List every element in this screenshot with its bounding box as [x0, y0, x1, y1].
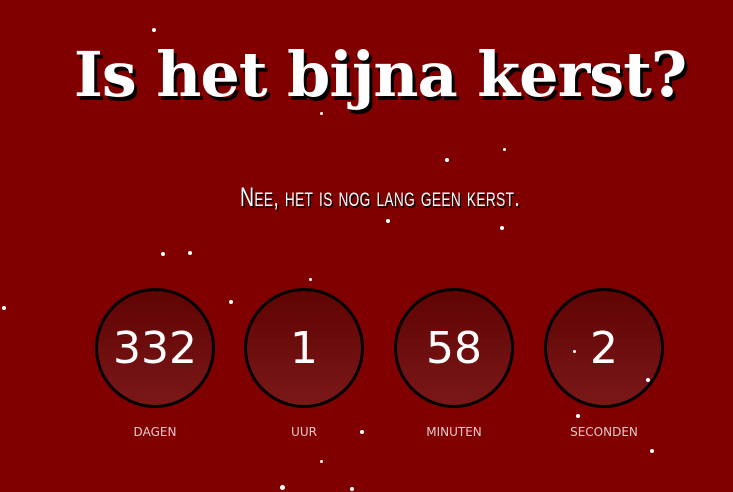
countdown-seconds: 2 SECONDEN: [529, 288, 679, 439]
hours-value: 1: [244, 288, 364, 408]
snowflake: [650, 449, 654, 453]
snowflake: [152, 28, 156, 32]
snowflake: [386, 219, 390, 223]
hours-label: UUR: [291, 425, 317, 439]
countdown-minutes: 58 MINUTEN: [379, 288, 529, 439]
seconds-value: 2: [544, 288, 664, 408]
snowflake: [503, 148, 506, 151]
snowflake: [500, 226, 504, 230]
minutes-value: 58: [394, 288, 514, 408]
snowflake: [576, 414, 580, 418]
snowflake: [309, 278, 312, 281]
snowflake: [188, 251, 192, 255]
countdown-days: 332 DAGEN: [80, 288, 230, 439]
snowflake: [280, 485, 285, 490]
snowflake: [350, 487, 354, 491]
countdown-hours: 1 UUR: [229, 288, 379, 439]
snowflake: [320, 112, 323, 115]
seconds-label: SECONDEN: [570, 425, 638, 439]
minutes-label: MINUTEN: [426, 425, 482, 439]
snowflake: [360, 430, 364, 434]
days-value: 332: [95, 288, 215, 408]
snowflake: [445, 158, 449, 162]
snowflake: [320, 460, 323, 463]
snowflake: [646, 378, 650, 382]
snowflake: [229, 300, 233, 304]
days-label: DAGEN: [133, 425, 177, 439]
snowflake: [2, 306, 6, 310]
page-subtitle: Nee, het is nog lang geen kerst.: [239, 182, 521, 212]
snowflake: [573, 350, 576, 353]
snowflake: [161, 252, 165, 256]
page-title: Is het bijna kerst?: [73, 38, 687, 111]
